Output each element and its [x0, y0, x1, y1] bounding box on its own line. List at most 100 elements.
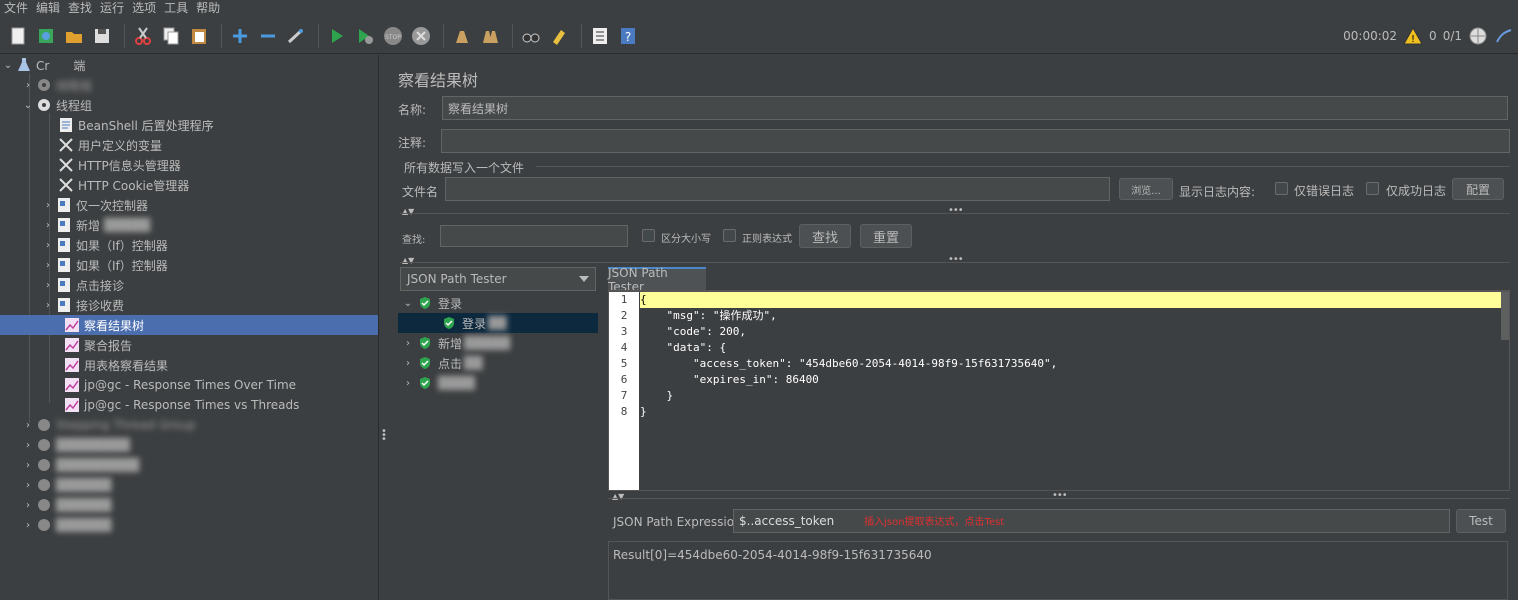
chevron-right-icon[interactable]: › — [22, 80, 34, 91]
menu-help[interactable]: 帮助 — [192, 0, 224, 16]
tree-row-thread-group-1[interactable]: › 线程组 — [22, 75, 378, 95]
clear-all-icon[interactable] — [478, 24, 502, 48]
tree-row-beanshell[interactable]: BeanShell 后置处理程序 — [56, 115, 378, 135]
clear-icon[interactable] — [450, 24, 474, 48]
chevron-right-icon[interactable]: › — [42, 240, 54, 251]
tree-row-blurred-2[interactable]: › █████████ — [22, 455, 378, 475]
chevron-right-icon[interactable]: › — [42, 280, 54, 291]
tree-row-stepping-thread-group[interactable]: › Stepping Thread Group — [22, 415, 378, 435]
open-icon[interactable] — [62, 24, 86, 48]
toggle-icon[interactable] — [284, 24, 308, 48]
find-button[interactable]: 查找 — [799, 224, 851, 248]
sample-row-add[interactable]: › 新增 █████ — [402, 333, 598, 353]
collapse-icon[interactable] — [256, 24, 280, 48]
chevron-right-icon[interactable]: › — [42, 200, 54, 211]
tree-row-visit-charge[interactable]: › 接诊收费 — [42, 295, 378, 315]
response-code[interactable]: { "msg": "操作成功", "code": 200, "data": { … — [639, 292, 1503, 490]
menu-options[interactable]: 选项 — [128, 0, 160, 16]
copy-icon[interactable] — [159, 24, 183, 48]
chevron-right-icon[interactable]: › — [22, 420, 34, 431]
chevron-right-icon[interactable]: › — [402, 358, 414, 369]
log-viewer-icon[interactable] — [1494, 26, 1514, 46]
configure-button[interactable]: 配置 — [1452, 178, 1504, 200]
collapse-arrows-icon[interactable]: ▲▼ — [402, 207, 414, 216]
save-icon[interactable] — [90, 24, 114, 48]
tree-row-user-vars[interactable]: 用户定义的变量 — [56, 135, 378, 155]
warning-icon[interactable]: ! — [1403, 26, 1423, 46]
chevron-down-icon[interactable]: ⌄ — [402, 298, 414, 309]
remote-icon[interactable] — [1468, 26, 1488, 46]
expand-icon[interactable] — [228, 24, 252, 48]
splitter-dots-icon[interactable]: ••• — [1052, 490, 1068, 501]
name-field[interactable]: 察看结果树 — [442, 96, 1508, 120]
reset-button[interactable]: 重置 — [860, 224, 912, 248]
tree-row-header-manager[interactable]: HTTP信息头管理器 — [56, 155, 378, 175]
start-no-pause-icon[interactable] — [353, 24, 377, 48]
comment-field[interactable] — [441, 129, 1510, 153]
tree-row-blurred-4[interactable]: › ██████ — [22, 495, 378, 515]
menu-file[interactable]: 文件 — [0, 0, 32, 16]
case-sensitive-checkbox[interactable] — [642, 229, 655, 242]
sample-row-blurred[interactable]: › ████ — [402, 373, 598, 393]
menu-run[interactable]: 运行 — [96, 0, 128, 16]
cut-icon[interactable] — [131, 24, 155, 48]
filename-field[interactable] — [445, 177, 1110, 201]
pane-splitter[interactable]: • • • — [378, 55, 387, 600]
collapse-arrows-icon[interactable]: ▲▼ — [612, 492, 624, 501]
collapse-arrows-icon[interactable]: ▲▼ — [402, 256, 414, 265]
tree-row-blurred-3[interactable]: › ██████ — [22, 475, 378, 495]
sample-row-login-child[interactable]: 登录 ██ — [398, 313, 598, 333]
chevron-right-icon[interactable]: › — [42, 220, 54, 231]
reset-search-icon[interactable] — [547, 24, 571, 48]
json-path-expression-field[interactable]: $..access_token 插入json提取表达式，点击Test — [733, 509, 1450, 533]
browse-button[interactable]: 浏览... — [1119, 178, 1173, 200]
chevron-down-icon[interactable]: ⌄ — [2, 60, 14, 71]
tree-row-thread-group-2[interactable]: ⌄ 线程组 — [22, 95, 378, 115]
chevron-right-icon[interactable]: › — [22, 480, 34, 491]
menu-tools[interactable]: 工具 — [160, 0, 192, 16]
tree-row-response-times-vs-threads[interactable]: jp@gc - Response Times vs Threads — [62, 395, 378, 415]
tree-row-root[interactable]: ⌄ Cr 端 — [2, 55, 378, 75]
tree-row-aggregate-report[interactable]: 聚合报告 — [62, 335, 378, 355]
new-icon[interactable] — [6, 24, 30, 48]
tab-json-path-tester[interactable]: JSON Path Tester — [608, 266, 706, 294]
splitter-dots-icon[interactable]: ••• — [948, 205, 964, 216]
regex-checkbox[interactable] — [723, 229, 736, 242]
search-field[interactable] — [440, 225, 628, 247]
stop-icon[interactable]: STOP — [381, 24, 405, 48]
menu-edit[interactable]: 编辑 — [32, 0, 64, 16]
start-icon[interactable] — [325, 24, 349, 48]
response-editor[interactable]: 1 2 3 4 5 6 7 8 { "msg": "操作成功", "code": 200, "… — [608, 291, 1510, 491]
menu-search[interactable]: 查找 — [64, 0, 96, 16]
sample-row-click[interactable]: › 点击 ██ — [402, 353, 598, 373]
chevron-down-icon[interactable]: ⌄ — [22, 100, 34, 111]
tree-row-once-controller[interactable]: › 仅一次控制器 — [42, 195, 378, 215]
test-button[interactable]: Test — [1456, 509, 1506, 533]
renderer-select[interactable]: JSON Path Tester — [400, 267, 596, 291]
errors-only-checkbox[interactable] — [1275, 182, 1288, 195]
tree-row-click-visit[interactable]: › 点击接诊 — [42, 275, 378, 295]
chevron-right-icon[interactable]: › — [22, 440, 34, 451]
tree-row-view-results-tree[interactable]: 察看结果树 — [0, 315, 378, 335]
help-icon[interactable]: ? — [616, 24, 640, 48]
tree-row-response-times-over-time[interactable]: jp@gc - Response Times Over Time — [62, 375, 378, 395]
chevron-right-icon[interactable]: › — [402, 338, 414, 349]
chevron-right-icon[interactable]: › — [42, 300, 54, 311]
chevron-right-icon[interactable]: › — [402, 378, 414, 389]
chevron-right-icon[interactable]: › — [22, 520, 34, 531]
editor-scrollbar[interactable] — [1501, 292, 1509, 490]
sample-row-login[interactable]: ⌄ 登录 — [402, 293, 598, 313]
shutdown-icon[interactable] — [409, 24, 433, 48]
chevron-right-icon[interactable]: › — [22, 460, 34, 471]
tree-row-if-controller-2[interactable]: › 如果（If）控制器 — [42, 255, 378, 275]
function-helper-icon[interactable] — [588, 24, 612, 48]
chevron-down-icon[interactable] — [579, 276, 589, 282]
tree-row-cookie-manager[interactable]: HTTP Cookie管理器 — [56, 175, 378, 195]
search-icon[interactable] — [519, 24, 543, 48]
chevron-right-icon[interactable]: › — [42, 260, 54, 271]
tree-row-blurred-5[interactable]: › ██████ — [22, 515, 378, 535]
templates-icon[interactable] — [34, 24, 58, 48]
tree-row-if-controller-1[interactable]: › 如果（If）控制器 — [42, 235, 378, 255]
success-only-checkbox[interactable] — [1366, 182, 1379, 195]
tree-row-add[interactable]: › 新增 █████ — [42, 215, 378, 235]
